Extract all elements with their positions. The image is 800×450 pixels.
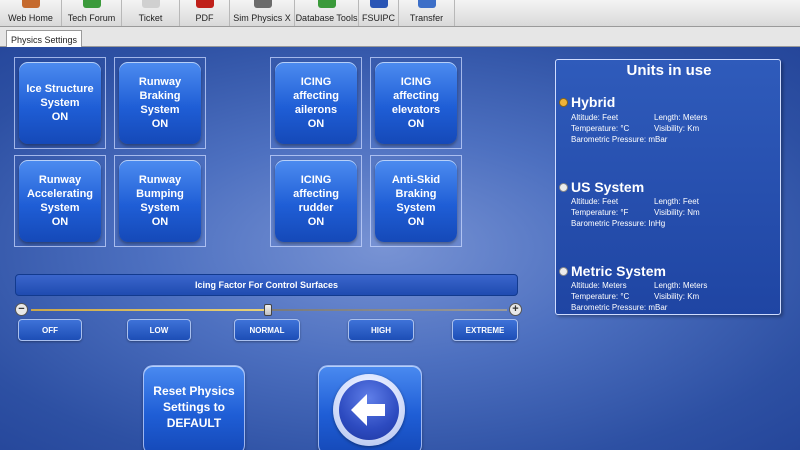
toggle-label: ICING affecting elevators (391, 76, 441, 116)
unit-temperature: Temperature: °C (571, 124, 630, 133)
toggle-card: ICING affecting ailerons ON (270, 57, 362, 149)
toggle-label: Ice Structure System (26, 83, 94, 109)
icing-rudder-toggle[interactable]: ICING affecting rudder ON (275, 160, 357, 242)
toggle-label: Runway Bumping System (136, 174, 184, 214)
icing-elevators-toggle[interactable]: ICING affecting elevators ON (375, 62, 457, 144)
unit-length: Length: Meters (654, 113, 708, 122)
toggle-label: Runway Braking System (138, 76, 182, 116)
toggle-card: Runway Bumping System ON (114, 155, 206, 247)
units-panel: Units in use Hybrid Altitude: Feet Lengt… (555, 59, 781, 315)
toggle-state: ON (51, 111, 69, 123)
unit-length: Length: Feet (654, 197, 699, 206)
toggle-state: ON (151, 216, 169, 228)
toggle-card: ICING affecting elevators ON (370, 57, 462, 149)
toggle-label: ICING affecting rudder (293, 174, 339, 214)
icing-level-extreme-button[interactable]: EXTREME (452, 319, 518, 341)
toggle-state: ON (407, 118, 425, 130)
toggle-state: ON (407, 216, 425, 228)
toggle-state: ON (307, 216, 325, 228)
icing-level-low-button[interactable]: LOW (127, 319, 191, 341)
fsuipc-icon (370, 0, 388, 8)
unit-temperature: Temperature: °F (571, 208, 629, 217)
toggle-state: ON (307, 118, 325, 130)
reset-default-button[interactable]: Reset Physics Settings to DEFAULT (143, 365, 245, 450)
anti-skid-braking-toggle[interactable]: Anti-Skid Braking System ON (375, 160, 457, 242)
units-title: Units in use (626, 62, 712, 79)
toolbar-label: Web Home (8, 13, 53, 23)
icing-ailerons-toggle[interactable]: ICING affecting ailerons ON (275, 62, 357, 144)
icing-level-normal-button[interactable]: NORMAL (234, 319, 300, 341)
transfer-button[interactable]: Transfer (399, 0, 455, 26)
unit-altitude: Altitude: Feet (571, 197, 619, 206)
back-button[interactable] (318, 365, 422, 450)
unit-visibility: Visibility: Km (654, 124, 700, 133)
toggle-card: Runway Accelerating System ON (14, 155, 106, 247)
arrow-left-icon (351, 394, 385, 426)
toolbar-label: Database Tools (295, 13, 358, 23)
unit-altitude: Altitude: Feet (571, 113, 619, 122)
icing-factor-title: Icing Factor For Control Surfaces (15, 274, 518, 296)
tab-strip: Physics Settings (0, 27, 800, 48)
ticket-icon (142, 0, 160, 8)
toolbar-label: Transfer (409, 13, 444, 23)
transfer-icon (418, 0, 436, 8)
radio-selected-icon[interactable] (559, 98, 568, 107)
toolbar-label: Ticket (138, 13, 163, 23)
runway-braking-toggle[interactable]: Runway Braking System ON (119, 62, 201, 144)
toolbar-label: PDF (195, 13, 214, 23)
pdf-button[interactable]: PDF (180, 0, 230, 26)
unit-visibility: Visibility: Km (654, 292, 700, 301)
toolbar-label: Tech Forum (67, 13, 116, 23)
back-arrow-icon (333, 374, 405, 446)
unit-visibility: Visibility: Nm (654, 208, 700, 217)
fsuipc-button[interactable]: FSUIPC (359, 0, 399, 26)
ticket-button[interactable]: Ticket (122, 0, 180, 26)
people-icon (83, 0, 101, 8)
toolbar: Web Home Tech Forum Ticket PDF Sim Physi… (0, 0, 800, 27)
toggle-label: Anti-Skid Braking System (391, 174, 441, 214)
unit-altitude: Altitude: Meters (571, 281, 627, 290)
toggle-state: ON (151, 118, 169, 130)
ice-structure-toggle[interactable]: Ice Structure System ON (19, 62, 101, 144)
slider-decrease-button[interactable]: − (15, 303, 28, 316)
icing-level-off-button[interactable]: OFF (18, 319, 82, 341)
pdf-icon (196, 0, 214, 8)
sim-physics-button[interactable]: Sim Physics X (230, 0, 295, 26)
unit-length: Length: Meters (654, 281, 708, 290)
home-icon (22, 0, 40, 8)
runway-bumping-toggle[interactable]: Runway Bumping System ON (119, 160, 201, 242)
tab-physics-settings[interactable]: Physics Settings (6, 30, 82, 48)
reset-button-label: Reset Physics Settings to DEFAULT (153, 384, 235, 430)
sim-physics-icon (254, 0, 272, 8)
toolbar-label: FSUIPC (361, 13, 395, 23)
database-tools-button[interactable]: Database Tools (295, 0, 359, 26)
slider-increase-button[interactable]: + (509, 303, 522, 316)
radio-icon[interactable] (559, 183, 568, 192)
toggle-label: ICING affecting ailerons (293, 76, 339, 116)
unit-name: US System (571, 179, 645, 195)
unit-pressure: Barometric Pressure: mBar (571, 303, 668, 312)
runway-accelerating-toggle[interactable]: Runway Accelerating System ON (19, 160, 101, 242)
toggle-card: Anti-Skid Braking System ON (370, 155, 462, 247)
icing-factor-slider-thumb[interactable] (264, 304, 272, 316)
toggle-card: ICING affecting rudder ON (270, 155, 362, 247)
unit-pressure: Barometric Pressure: InHg (571, 219, 666, 228)
unit-name: Hybrid (571, 94, 616, 110)
web-home-button[interactable]: Web Home (0, 0, 62, 26)
toggle-card: Ice Structure System ON (14, 57, 106, 149)
tech-forum-button[interactable]: Tech Forum (62, 0, 122, 26)
icing-level-high-button[interactable]: HIGH (348, 319, 414, 341)
toolbar-label: Sim Physics X (233, 13, 291, 23)
unit-pressure: Barometric Pressure: mBar (571, 135, 668, 144)
toggle-label: Runway Accelerating System (26, 174, 94, 214)
toggle-state: ON (51, 216, 69, 228)
database-icon (318, 0, 336, 8)
toggle-card: Runway Braking System ON (114, 57, 206, 149)
physics-settings-panel: Ice Structure System ON Runway Braking S… (0, 47, 800, 450)
unit-temperature: Temperature: °C (571, 292, 630, 301)
unit-name: Metric System (571, 263, 666, 279)
radio-icon[interactable] (559, 267, 568, 276)
